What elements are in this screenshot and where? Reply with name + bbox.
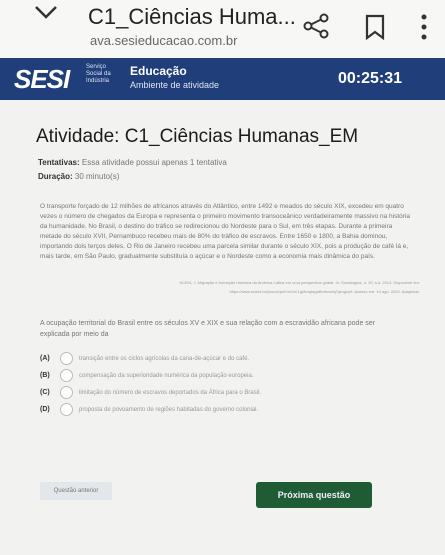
radio-button[interactable] <box>60 369 73 382</box>
option-letter: (B) <box>40 372 50 379</box>
answer-options: (A) transição entre os ciclos agrícolas … <box>40 350 400 418</box>
radio-button[interactable] <box>60 403 73 416</box>
activity-title: Atividade: C1_Ciências Humanas_EM <box>36 126 359 147</box>
answer-option-b[interactable]: (B) compensação da superioridade numéric… <box>40 367 400 384</box>
option-letter: (A) <box>40 355 50 362</box>
radio-button[interactable] <box>60 386 73 399</box>
radio-button[interactable] <box>60 352 73 365</box>
section-title: Educação <box>130 64 187 78</box>
bookmark-icon[interactable] <box>365 14 385 41</box>
option-text: transição entre os ciclos agrícolas da c… <box>79 355 250 362</box>
question-citation: KLEIN, J. Migração e formação histórica … <box>179 280 420 294</box>
share-icon[interactable] <box>302 12 330 40</box>
duration-text: 30 minuto(s) <box>72 172 120 181</box>
app-header: SESI Serviço Social da Indústria Educaçã… <box>0 58 445 100</box>
option-text: compensação da superioridade numérica da… <box>79 372 254 379</box>
page-title: C1_Ciências Huma... <box>88 4 296 29</box>
sesi-logo: SESI <box>14 64 70 94</box>
chevron-down-icon[interactable] <box>30 2 66 28</box>
page-url[interactable]: ava.sesieducacao.com.br <box>90 33 237 48</box>
duration-info: Duração: 30 minuto(s) <box>38 172 119 181</box>
activity-content: Atividade: C1_Ciências Humanas_EM Tentat… <box>0 100 445 555</box>
sesi-logo-subtitle: Serviço Social da Indústria <box>86 64 111 84</box>
option-text: proposta de povoamento de regiões habita… <box>79 406 259 413</box>
option-letter: (D) <box>40 406 50 413</box>
attempts-text: Essa atividade possui apenas 1 tentativa <box>79 158 227 167</box>
attempts-info: Tentativas: Essa atividade possui apenas… <box>38 158 227 167</box>
previous-question-button[interactable]: Questão anterior <box>40 482 112 500</box>
answer-option-c[interactable]: (C) limitação do número de escravos depo… <box>40 384 400 401</box>
next-question-button[interactable]: Próxima questão <box>256 482 372 508</box>
option-text: limitação do número de escravos deportad… <box>79 389 262 396</box>
browser-bar: C1_Ciências Huma... ava.sesieducacao.com… <box>0 0 445 58</box>
more-vertical-icon[interactable] <box>420 12 428 42</box>
question-prompt: A ocupação territorial do Brasil entre o… <box>40 320 376 338</box>
answer-option-a[interactable]: (A) transição entre os ciclos agrícolas … <box>40 350 400 367</box>
duration-label: Duração: <box>38 172 73 181</box>
option-letter: (C) <box>40 389 50 396</box>
attempts-label: Tentativas: <box>38 158 80 167</box>
answer-option-d[interactable]: (D) proposta de povoamento de regiões ha… <box>40 401 400 418</box>
countdown-timer: 00:25:31 <box>338 70 403 87</box>
question-text: O transporte forçado de 12 milhões de af… <box>40 203 410 260</box>
phone-screen: C1_Ciências Huma... ava.sesieducacao.com… <box>0 0 445 555</box>
section-subtitle: Ambiente de atividade <box>130 80 220 90</box>
